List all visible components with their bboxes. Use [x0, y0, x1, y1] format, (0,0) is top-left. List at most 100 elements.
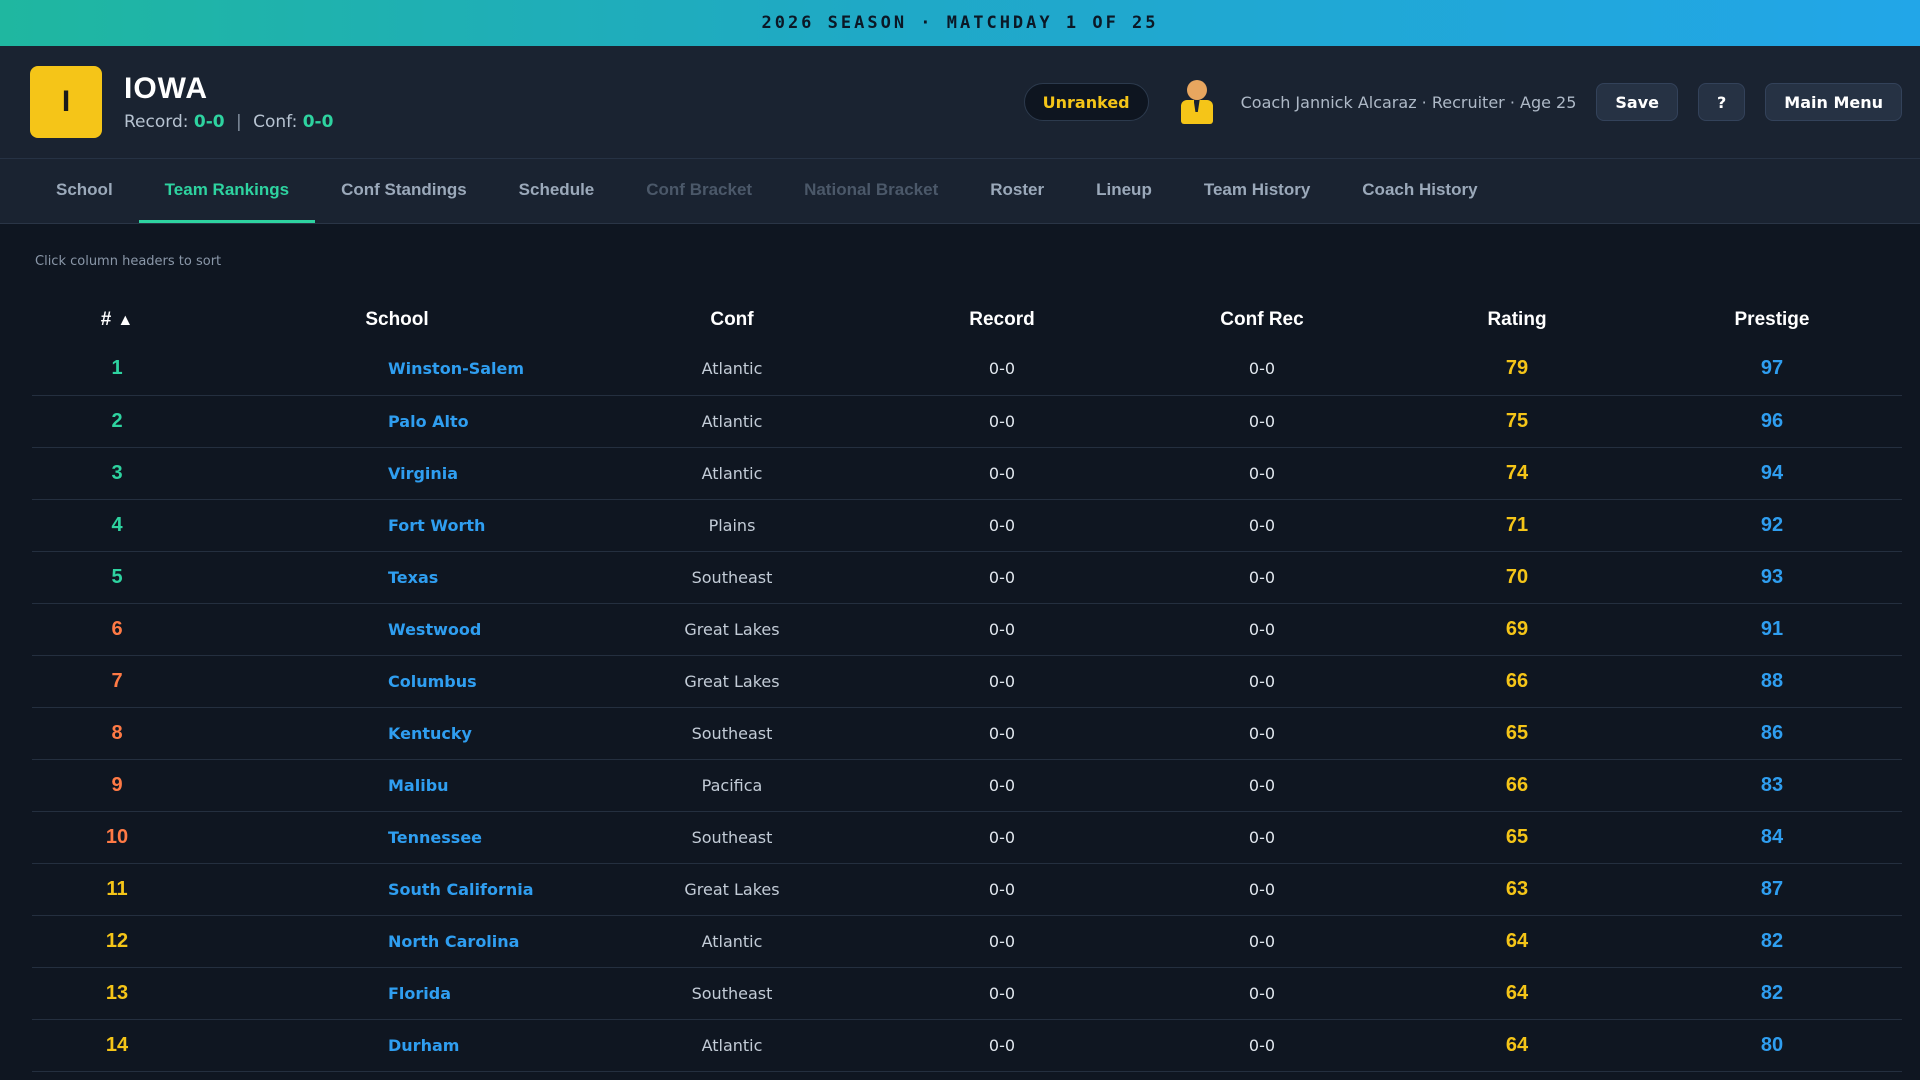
table-row[interactable]: 9 Malibu Pacifica 0-0 0-0 66 83 [32, 759, 1902, 812]
conf-rec-cell: 0-0 [1132, 707, 1392, 760]
conf-rec-cell: 0-0 [1132, 1019, 1392, 1072]
header-prestige[interactable]: Prestige [1642, 297, 1902, 343]
conf-rec-cell: 0-0 [1132, 499, 1392, 552]
record-cell: 0-0 [872, 759, 1132, 812]
conf-record-value: 0-0 [302, 112, 334, 132]
rating-cell: 65 [1392, 707, 1642, 760]
rankings-table: # ▲ School Conf Record Conf Rec Rating Pr… [32, 297, 1902, 1072]
table-row[interactable]: 6 Westwood Great Lakes 0-0 0-0 69 91 [32, 603, 1902, 656]
tab-roster[interactable]: Roster [964, 159, 1070, 223]
school-link[interactable]: Palo Alto [202, 395, 592, 448]
table-row[interactable]: 5 Texas Southeast 0-0 0-0 70 93 [32, 551, 1902, 604]
conf-cell: Southeast [592, 811, 872, 864]
prestige-cell: 94 [1642, 447, 1902, 500]
table-row[interactable]: 12 North Carolina Atlantic 0-0 0-0 64 82 [32, 915, 1902, 968]
tab-team-rankings[interactable]: Team Rankings [138, 159, 316, 223]
table-header-row: # ▲ School Conf Record Conf Rec Rating Pr… [32, 297, 1902, 343]
school-link[interactable]: Columbus [202, 655, 592, 708]
rating-cell: 69 [1392, 603, 1642, 656]
record-label: Record: [124, 112, 189, 132]
record-cell: 0-0 [872, 395, 1132, 448]
sort-hint: Click column headers to sort [35, 254, 222, 269]
header-rank[interactable]: # ▲ [32, 297, 202, 343]
rank-cell: 7 [32, 655, 202, 708]
rank-badge: Unranked [1023, 83, 1149, 121]
header-rating[interactable]: Rating [1392, 297, 1642, 343]
team-info: IOWA Record: 0-0 | Conf: 0-0 [124, 72, 333, 132]
tab-conf-standings[interactable]: Conf Standings [315, 159, 493, 223]
table-row[interactable]: 2 Palo Alto Atlantic 0-0 0-0 75 96 [32, 395, 1902, 448]
school-link[interactable]: Tennessee [202, 811, 592, 864]
record-cell: 0-0 [872, 343, 1132, 396]
school-link[interactable]: Malibu [202, 759, 592, 812]
table-row[interactable]: 7 Columbus Great Lakes 0-0 0-0 66 88 [32, 655, 1902, 708]
tab-coach-history[interactable]: Coach History [1336, 159, 1503, 223]
rating-cell: 71 [1392, 499, 1642, 552]
conf-rec-cell: 0-0 [1132, 915, 1392, 968]
school-link[interactable]: Fort Worth [202, 499, 592, 552]
school-link[interactable]: Durham [202, 1019, 592, 1072]
conf-cell: Atlantic [592, 915, 872, 968]
record-value: 0-0 [193, 112, 225, 132]
rank-cell: 10 [32, 811, 202, 864]
conf-cell: Atlantic [592, 447, 872, 500]
school-link[interactable]: Winston-Salem [202, 343, 592, 396]
tab-lineup[interactable]: Lineup [1070, 159, 1178, 223]
table-row[interactable]: 3 Virginia Atlantic 0-0 0-0 74 94 [32, 447, 1902, 500]
school-link[interactable]: South California [202, 863, 592, 916]
conf-rec-cell: 0-0 [1132, 863, 1392, 916]
prestige-cell: 82 [1642, 915, 1902, 968]
record-cell: 0-0 [872, 863, 1132, 916]
conf-cell: Southeast [592, 967, 872, 1020]
tab-schedule[interactable]: Schedule [493, 159, 621, 223]
save-button[interactable]: Save [1596, 83, 1678, 121]
conf-label: Conf: [253, 112, 298, 132]
school-link[interactable]: Texas [202, 551, 592, 604]
tab-conf-bracket: Conf Bracket [646, 179, 753, 199]
coach-avatar-icon [1177, 78, 1217, 126]
rank-cell: 6 [32, 603, 202, 656]
header-record[interactable]: Record [872, 297, 1132, 343]
help-button[interactable]: ? [1698, 83, 1746, 121]
table-row[interactable]: 13 Florida Southeast 0-0 0-0 64 82 [32, 967, 1902, 1020]
conf-rec-cell: 0-0 [1132, 759, 1392, 812]
school-link[interactable]: Kentucky [202, 707, 592, 760]
header-school[interactable]: School [202, 297, 592, 343]
school-link[interactable]: Florida [202, 967, 592, 1020]
record-cell: 0-0 [872, 447, 1132, 500]
prestige-cell: 87 [1642, 863, 1902, 916]
prestige-cell: 88 [1642, 655, 1902, 708]
tab-team-history[interactable]: Team History [1178, 159, 1336, 223]
school-link[interactable]: North Carolina [202, 915, 592, 968]
table-body: 1 Winston-Salem Atlantic 0-0 0-0 79 97 2 Palo Al… [32, 343, 1902, 1072]
rank-cell: 9 [32, 759, 202, 812]
rank-cell: 8 [32, 707, 202, 760]
table-row[interactable]: 1 Winston-Salem Atlantic 0-0 0-0 79 97 [32, 343, 1902, 396]
school-link[interactable]: Virginia [202, 447, 592, 500]
table-row[interactable]: 8 Kentucky Southeast 0-0 0-0 65 86 [32, 707, 1902, 760]
conf-rec-cell: 0-0 [1132, 603, 1392, 656]
tab-school[interactable]: School [30, 159, 139, 223]
rank-cell: 13 [32, 967, 202, 1020]
record-cell: 0-0 [872, 967, 1132, 1020]
prestige-cell: 97 [1642, 343, 1902, 396]
rank-cell: 5 [32, 551, 202, 604]
header-conf-rec[interactable]: Conf Rec [1132, 297, 1392, 343]
record-cell: 0-0 [872, 915, 1132, 968]
conf-cell: Southeast [592, 551, 872, 604]
rank-cell: 1 [32, 343, 202, 396]
record-separator: | [236, 112, 242, 132]
record-cell: 0-0 [872, 707, 1132, 760]
school-link[interactable]: Westwood [202, 603, 592, 656]
rating-cell: 66 [1392, 655, 1642, 708]
main-menu-button[interactable]: Main Menu [1765, 83, 1902, 121]
prestige-cell: 91 [1642, 603, 1902, 656]
conf-cell: Plains [592, 499, 872, 552]
header-conf[interactable]: Conf [592, 297, 872, 343]
table-row[interactable]: 14 Durham Atlantic 0-0 0-0 64 80 [32, 1019, 1902, 1072]
table-row[interactable]: 11 South California Great Lakes 0-0 0-0 63 87 [32, 863, 1902, 916]
table-row[interactable]: 10 Tennessee Southeast 0-0 0-0 65 84 [32, 811, 1902, 864]
prestige-cell: 86 [1642, 707, 1902, 760]
table-row[interactable]: 4 Fort Worth Plains 0-0 0-0 71 92 [32, 499, 1902, 552]
conf-cell: Great Lakes [592, 655, 872, 708]
